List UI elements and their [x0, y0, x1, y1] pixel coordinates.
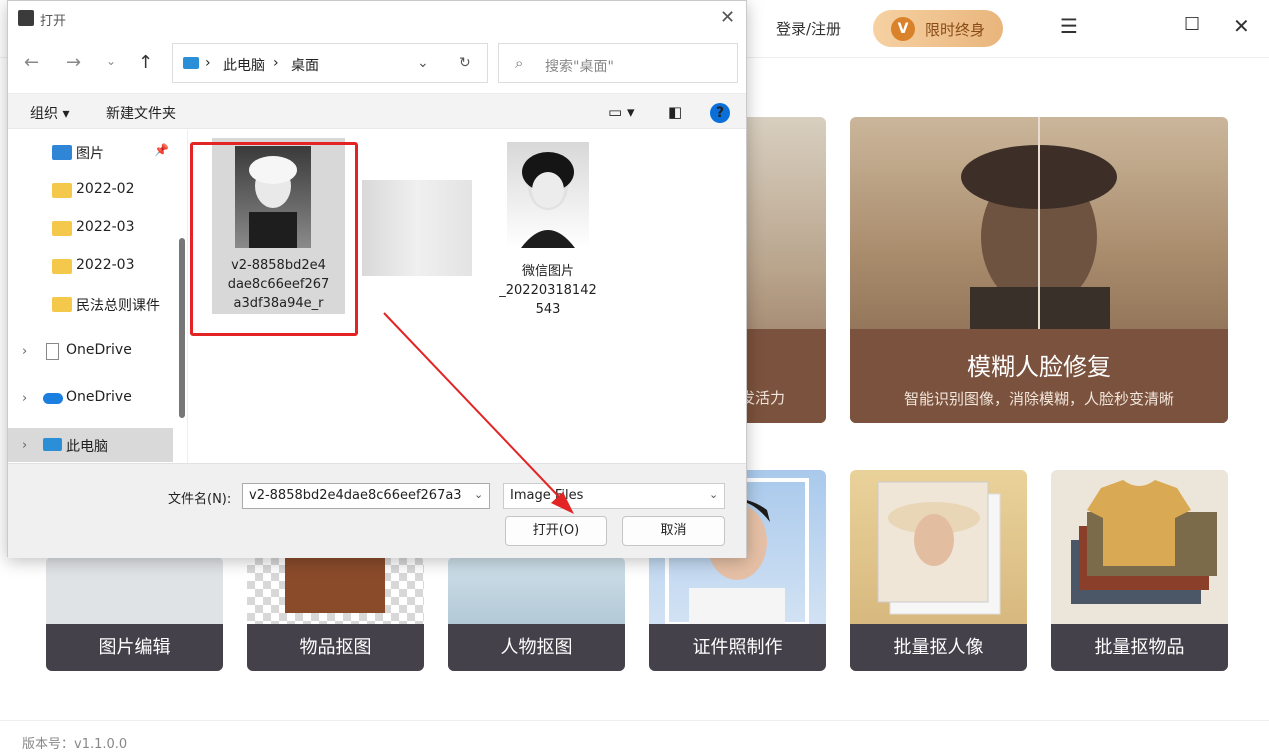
tool-card-image-edit[interactable]: 图片编辑 [46, 557, 223, 671]
file-thumbnail [507, 142, 589, 248]
sidebar-scrollbar[interactable] [179, 238, 185, 418]
object-image [285, 557, 385, 613]
cancel-button[interactable]: 取消 [622, 516, 725, 546]
file-name: 微信图片 _20220318142 543 [499, 264, 597, 317]
new-folder-button[interactable]: 新建文件夹 [106, 103, 176, 123]
open-file-dialog: 打开 ✕ ← → ⌄ ↑ › 此电脑 › 桌面 ⌄ ↻ ⌕ 搜索"桌面" 组织 … [7, 0, 747, 558]
tool-card-person-cutout[interactable]: 人物抠图 [448, 557, 625, 671]
sidebar-item-folder[interactable]: 2022-03 [8, 249, 173, 283]
filename-label: 文件名(N): [168, 492, 232, 507]
folder-icon [52, 297, 72, 312]
pictures-icon [52, 145, 72, 160]
sidebar-item-folder[interactable]: 2022-02 [8, 173, 173, 207]
dialog-titlebar: 打开 ✕ [8, 1, 746, 37]
breadcrumb-item[interactable]: 桌面 [291, 55, 319, 75]
address-dropdown-icon[interactable]: ⌄ [417, 55, 429, 71]
breadcrumb-sep-icon: › [205, 55, 211, 71]
forward-arrow-icon[interactable]: → [66, 52, 81, 73]
pin-icon[interactable]: 📌 [154, 143, 169, 157]
computer-icon [43, 438, 62, 451]
portrait-image [961, 117, 1117, 329]
filename-dropdown-icon[interactable]: ⌄ [474, 488, 483, 501]
filetype-dropdown-icon[interactable]: ⌄ [709, 488, 718, 501]
menu-icon[interactable]: ☰ [1060, 14, 1078, 38]
breadcrumb-item[interactable]: 此电脑 [223, 55, 265, 75]
tool-card-label: 证件照制作 [649, 624, 826, 671]
open-button[interactable]: 打开(O) [505, 516, 607, 546]
refresh-icon[interactable]: ↻ [459, 55, 471, 71]
blurred-file-item[interactable] [362, 180, 472, 276]
navigation-pane: 图片 📌 2022-02 2022-03 2022-03 民法总则课件 › On… [8, 130, 188, 463]
sidebar-item-onedrive-cloud[interactable]: › OneDrive [8, 381, 173, 415]
breadcrumb-sep-icon: › [273, 55, 279, 71]
feature-caption-bg [740, 329, 826, 423]
login-link[interactable]: 登录/注册 [776, 18, 841, 39]
preview-pane-icon[interactable]: ◧ [668, 103, 682, 121]
batch-portrait-image [877, 481, 1001, 615]
dialog-footer: 文件名(N): v2-8858bd2e4dae8c66eef267a3 ⌄ Im… [8, 463, 746, 558]
tool-card-label: 批量抠物品 [1051, 624, 1228, 671]
close-icon[interactable]: ✕ [1233, 14, 1250, 38]
tool-card-batch-portrait[interactable]: 批量抠人像 [850, 470, 1027, 671]
sidebar-item-label: 民法总则课件 [76, 298, 160, 314]
help-icon[interactable]: ? [710, 103, 730, 123]
dialog-title: 打开 [40, 14, 67, 29]
search-box[interactable]: ⌕ 搜索"桌面" [498, 43, 738, 83]
maximize-icon[interactable]: ☐ [1184, 14, 1200, 35]
feature-card-partial[interactable]: 发活力 [740, 117, 826, 423]
view-icon[interactable]: ▭ ▾ [608, 103, 634, 121]
feature-title: 模糊人脸修复 [967, 353, 1111, 381]
recent-chevron-icon[interactable]: ⌄ [106, 54, 116, 68]
dialog-app-icon [18, 10, 34, 26]
sidebar-item-label: 2022-02 [76, 181, 135, 197]
filetype-select[interactable]: Image Files [503, 483, 725, 509]
vip-label: 限时终身 [925, 21, 986, 39]
sidebar-item-label: 2022-03 [76, 257, 135, 273]
sidebar-item-pictures[interactable]: 图片 📌 [8, 135, 173, 169]
folder-icon [52, 221, 72, 236]
expand-chevron-icon[interactable]: › [22, 391, 27, 406]
tool-card-object-cutout[interactable]: 物品抠图 [247, 557, 424, 671]
expand-chevron-icon[interactable]: › [22, 438, 27, 453]
command-bar: 组织 ▾ 新建文件夹 ▭ ▾ ◧ ? [8, 93, 746, 129]
sidebar-item-label: OneDrive [66, 342, 132, 358]
tool-card-label: 人物抠图 [448, 624, 625, 671]
expand-chevron-icon[interactable]: › [22, 344, 27, 359]
footer-divider [0, 720, 1269, 721]
tool-card-batch-object[interactable]: 批量抠物品 [1051, 470, 1228, 671]
sidebar-item-label: 图片 [76, 146, 104, 162]
dialog-close-icon[interactable]: ✕ [720, 7, 735, 28]
portrait-thumbnail-image [521, 152, 575, 248]
tool-card-label: 图片编辑 [46, 624, 223, 671]
tool-card-label: 批量抠人像 [850, 624, 1027, 671]
version-text: 版本号：v1.1.0.0 [22, 737, 128, 752]
organize-menu[interactable]: 组织 ▾ [30, 103, 69, 123]
document-icon [46, 343, 59, 360]
sidebar-item-label: 此电脑 [66, 439, 108, 455]
search-icon: ⌕ [515, 54, 524, 72]
file-item[interactable]: 微信图片 _20220318142 543 [490, 138, 606, 317]
folder-icon [52, 183, 72, 198]
sidebar-item-label: 2022-03 [76, 219, 135, 235]
up-arrow-icon[interactable]: ↑ [138, 52, 153, 73]
vip-button[interactable]: V 限时终身 [873, 10, 1003, 47]
sidebar-item-folder[interactable]: 2022-03 [8, 211, 173, 245]
feature-subtitle: 智能识别图像，消除模糊，人脸秒变清晰 [903, 390, 1174, 408]
this-pc-icon [183, 57, 199, 69]
sidebar-item-label: OneDrive [66, 389, 132, 405]
feature-card-face-restore[interactable]: 模糊人脸修复 智能识别图像，消除模糊，人脸秒变清晰 [850, 117, 1228, 423]
batch-object-image [1071, 480, 1217, 604]
search-placeholder: 搜索"桌面" [545, 59, 614, 75]
cloud-icon [43, 393, 63, 404]
address-bar[interactable]: › 此电脑 › 桌面 ⌄ ↻ [172, 43, 488, 83]
sidebar-item-this-pc[interactable]: › 此电脑 [8, 428, 173, 462]
highlight-box [190, 142, 358, 336]
sidebar-item-onedrive[interactable]: › OneDrive [8, 334, 173, 368]
back-arrow-icon[interactable]: ← [24, 52, 39, 73]
vip-icon: V [891, 17, 915, 41]
sidebar-item-folder[interactable]: 民法总则课件 [8, 287, 173, 321]
folder-icon [52, 259, 72, 274]
filename-input[interactable]: v2-8858bd2e4dae8c66eef267a3 [242, 483, 490, 509]
tool-card-label: 物品抠图 [247, 624, 424, 671]
